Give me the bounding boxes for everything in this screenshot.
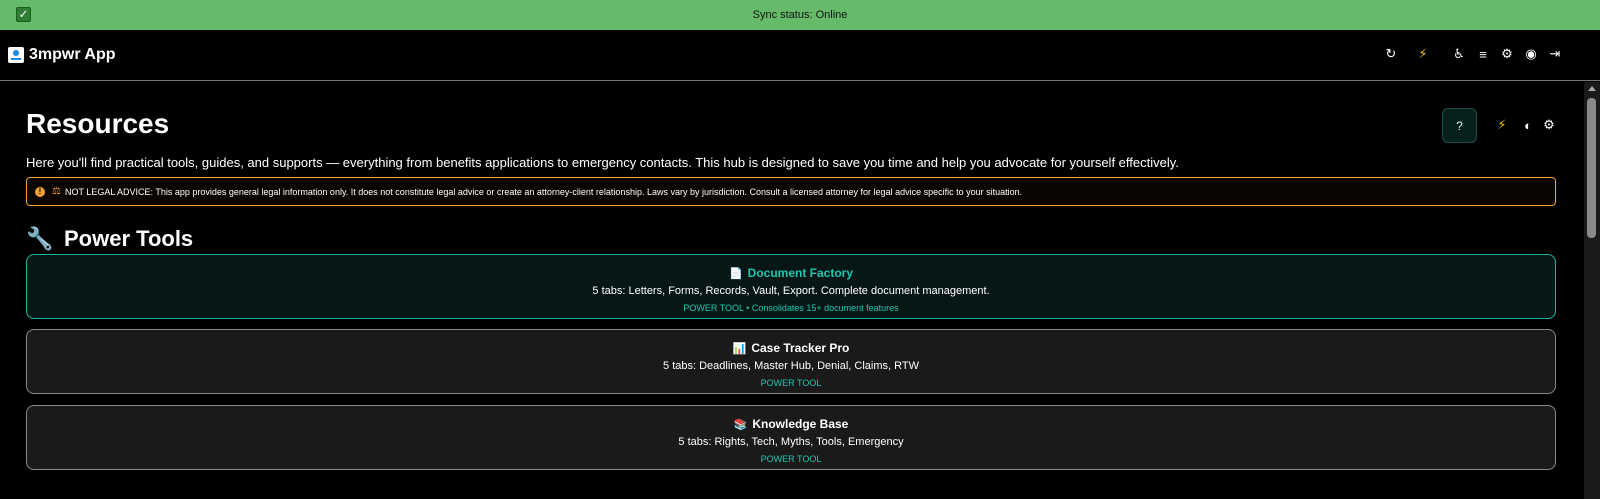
disclaimer-text: NOT LEGAL ADVICE: This app provides gene… <box>64 186 1023 197</box>
help-button[interactable]: ? <box>1442 108 1477 143</box>
scale-icon: ⚖ <box>52 186 61 197</box>
accessibility-icon[interactable]: ♿ <box>1450 45 1468 63</box>
header-toolbar: ↻ ⚡ ♿ ≡ ⚙ ◉ ⇥ <box>1376 45 1564 63</box>
section-title: Power Tools <box>64 226 194 251</box>
legal-disclaimer: ! ⚖ NOT LEGAL ADVICE: This app provides … <box>26 177 1556 206</box>
refresh-icon[interactable]: ↻ <box>1382 45 1400 63</box>
card-badge: POWER TOOL • Consolidates 15+ document f… <box>683 303 899 313</box>
scroll-up-icon[interactable] <box>1588 86 1596 91</box>
page-intro: Here you'll find practical tools, guides… <box>26 155 1179 170</box>
contrast-icon[interactable]: ◐ <box>1520 117 1536 133</box>
page-title: Resources <box>26 108 170 139</box>
card-badge: POWER TOOL <box>760 454 822 464</box>
app-header: 3mpwr App ↻ ⚡ ♿ ≡ ⚙ ◉ ⇥ <box>0 30 1600 81</box>
check-icon: ✓ <box>16 7 31 22</box>
bolt-icon[interactable]: ⚡ <box>1494 117 1510 133</box>
card-description: 5 tabs: Deadlines, Master Hub, Denial, C… <box>663 360 919 372</box>
tool-card-document-factory[interactable]: 📄 Document Factory 5 tabs: Letters, Forms… <box>26 254 1556 319</box>
wrench-icon: 🔧 <box>26 226 54 251</box>
card-badge: POWER TOOL <box>760 378 822 388</box>
power-tools-heading: 🔧 Power Tools <box>26 226 193 252</box>
warning-icon: ! <box>35 186 45 197</box>
card-title: 📚 Knowledge Base <box>733 417 849 431</box>
page-toolbar: ⚡ ◐ ⚙ <box>1494 117 1562 133</box>
scrollbar-thumb[interactable] <box>1587 98 1596 238</box>
account-icon[interactable]: ◉ <box>1522 45 1540 63</box>
app-logo-icon <box>8 47 24 63</box>
card-description: 5 tabs: Rights, Tech, Myths, Tools, Emer… <box>678 436 904 448</box>
books-icon: 📚 <box>733 419 748 431</box>
tool-card-case-tracker-pro[interactable]: 📊 Case Tracker Pro 5 tabs: Deadlines, Mas… <box>26 329 1556 394</box>
card-description: 5 tabs: Letters, Forms, Records, Vault, … <box>592 285 990 297</box>
bolt-icon[interactable]: ⚡ <box>1414 45 1432 63</box>
card-title: 📊 Case Tracker Pro <box>732 341 850 355</box>
tool-card-knowledge-base[interactable]: 📚 Knowledge Base 5 tabs: Rights, Tech, My… <box>26 405 1556 470</box>
app-title: 3mpwr App <box>29 46 116 63</box>
settings-icon[interactable]: ⚙ <box>1541 117 1557 133</box>
page-scrollbar[interactable] <box>1584 82 1600 499</box>
settings-icon[interactable]: ⚙ <box>1498 45 1516 63</box>
chart-icon: 📊 <box>732 343 747 355</box>
logout-icon[interactable]: ⇥ <box>1546 45 1564 63</box>
sync-status-bar: ✓ Sync status: Online <box>0 0 1600 30</box>
document-icon: 📄 <box>728 268 743 280</box>
menu-icon[interactable]: ≡ <box>1474 45 1492 63</box>
sync-status-text: Sync status: Online <box>752 9 848 21</box>
card-title: 📄 Document Factory <box>728 266 854 280</box>
